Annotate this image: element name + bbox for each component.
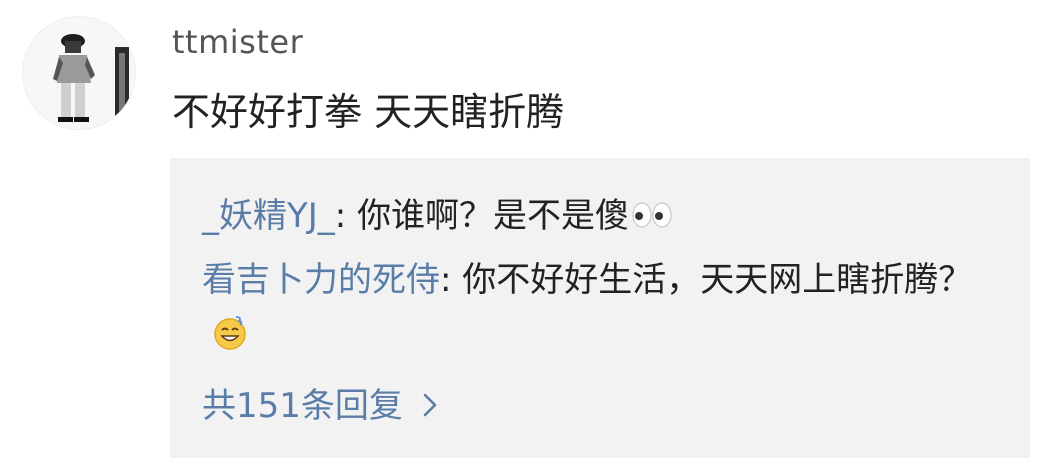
user-photo-avatar-icon [23,17,135,129]
reply-text: 你不好好生活，天天网上瞎折腾？ [462,259,973,300]
reply-preview-box[interactable]: _妖精YJ_: 你谁啊？是不是傻 看吉卜力的死侍: 你不好好生活，天天网上瞎折腾… [170,158,1030,458]
comment-text: 不好好打拳 天天瞎折腾 [172,90,565,134]
reply-item[interactable]: 看吉卜力的死侍: 你不好好生活，天天网上瞎折腾？ [202,252,998,368]
comment-username[interactable]: ttmister [172,22,303,62]
view-all-replies-label: 共151条回复 [202,385,403,426]
reply-text: 你谁啊？是不是傻 [357,196,630,236]
reply-author[interactable]: 看吉卜力的死侍 [202,260,440,300]
grin-sweat-icon [212,312,248,368]
avatar[interactable] [22,16,136,130]
reply-separator: : [334,196,358,236]
view-all-replies-button[interactable]: 共151条回复 [202,378,437,434]
reply-separator: : [440,259,463,300]
chevron-right-icon [423,378,437,434]
reply-author[interactable]: _妖精YJ_ [202,196,335,236]
reply-item[interactable]: _妖精YJ_: 你谁啊？是不是傻 [202,188,998,246]
eyes-icon [631,190,673,246]
